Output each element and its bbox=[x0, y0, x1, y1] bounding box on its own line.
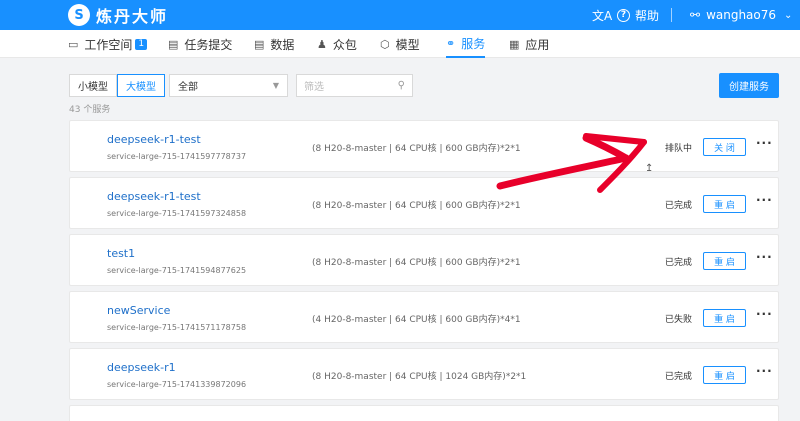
search-icon: ⚲ bbox=[397, 80, 405, 91]
top-header: S 炼丹大师 文A ? 帮助 ⚯ wanghao76 ⌄ bbox=[0, 0, 800, 30]
service-card[interactable]: deepseek-r1-test service-large-715-17415… bbox=[69, 177, 779, 229]
translate-icon[interactable]: 文A bbox=[592, 0, 612, 30]
username: wanghao76 bbox=[706, 8, 777, 22]
help-label: 帮助 bbox=[635, 8, 660, 23]
grid-icon: ▦ bbox=[509, 37, 520, 51]
nav-label: 应用 bbox=[525, 37, 550, 52]
user-icon: ⚯ bbox=[690, 8, 701, 22]
service-spec: (8 H20-8-master | 64 CPU核 | 600 GB内存)*2*… bbox=[312, 201, 521, 211]
people-icon: ♟ bbox=[317, 37, 327, 51]
service-spec: (8 H20-8-master | 64 CPU核 | 600 GB内存)*2*… bbox=[312, 258, 521, 268]
service-card[interactable]: deepseek-r1-test service-large-715-17415… bbox=[69, 120, 779, 172]
service-count: 43 个服务 bbox=[69, 105, 111, 115]
chevron-down-icon: ▼ bbox=[272, 81, 279, 90]
service-card[interactable]: newService service-large-715-17415711787… bbox=[69, 291, 779, 343]
nav-label: 服务 bbox=[461, 36, 486, 51]
nav-item-data[interactable]: ▤ 数据 bbox=[254, 30, 294, 58]
service-name[interactable]: deepseek-r1-test bbox=[107, 190, 201, 203]
header-divider bbox=[671, 8, 672, 22]
chevron-down-icon: ⌄ bbox=[784, 9, 793, 21]
help-button[interactable]: ? 帮助 bbox=[617, 0, 659, 30]
app-name: 炼丹大师 bbox=[96, 7, 169, 26]
restart-service-button[interactable]: 重 启 bbox=[703, 309, 746, 327]
nav-item-app[interactable]: ▦ 应用 bbox=[509, 30, 549, 58]
service-status: 已失败 bbox=[665, 315, 693, 325]
more-icon[interactable]: ··· bbox=[756, 364, 773, 378]
service-spec: (4 H20-8-master | 64 CPU核 | 600 GB内存)*4*… bbox=[312, 315, 521, 325]
restart-service-button[interactable]: 重 启 bbox=[703, 252, 746, 270]
close-service-button[interactable]: 关 闭 bbox=[703, 138, 746, 156]
model-size-toggle: 小模型 大模型 bbox=[69, 74, 165, 97]
service-card[interactable]: deepseek-r1 service-large-715-1741339872… bbox=[69, 348, 779, 400]
nav-item-service[interactable]: ⚭ 服务 bbox=[446, 30, 486, 58]
nav-label: 众包 bbox=[332, 37, 357, 52]
status-select[interactable]: 全部 ▼ bbox=[169, 74, 288, 97]
nav-item-task-submit[interactable]: ▤ 任务提交 bbox=[168, 30, 232, 58]
filter-placeholder: 筛选 bbox=[304, 82, 324, 93]
service-id: service-large-715-1741597324858 bbox=[107, 209, 247, 218]
service-name[interactable]: newService bbox=[107, 304, 170, 317]
service-card[interactable]: test1 service-large-715-1741594877625 (8… bbox=[69, 234, 779, 286]
workspace-count-badge: 1 bbox=[135, 38, 148, 50]
logo-icon: S bbox=[68, 4, 90, 26]
service-id: service-large-715-1741597778737 bbox=[107, 152, 247, 161]
nav-label: 任务提交 bbox=[184, 37, 233, 52]
service-spec: (8 H20-8-master | 64 CPU核 | 600 GB内存)*2*… bbox=[312, 144, 521, 154]
nav-item-workspace[interactable]: ▭ 工作空间 1 bbox=[68, 30, 148, 58]
create-service-button[interactable]: 创建服务 bbox=[719, 73, 779, 98]
service-status: 已完成 bbox=[665, 201, 693, 211]
nav-label: 数据 bbox=[270, 37, 295, 52]
main-nav: ▭ 工作空间 1 ▤ 任务提交 ▤ 数据 ♟ 众包 ⬡ 模型 ⚭ 服务 ▦ 应用 bbox=[0, 30, 800, 58]
nav-item-model[interactable]: ⬡ 模型 bbox=[380, 30, 420, 58]
service-id: service-large-715-1741571178758 bbox=[107, 323, 247, 332]
list-icon: ▤ bbox=[168, 37, 179, 51]
large-model-button[interactable]: 大模型 bbox=[117, 74, 165, 97]
restart-service-button[interactable]: 重 启 bbox=[703, 366, 746, 384]
more-icon[interactable]: ··· bbox=[756, 250, 773, 264]
service-status: 已完成 bbox=[665, 372, 693, 382]
service-spec: (8 H20-8-master | 64 CPU核 | 1024 GB内存)*2… bbox=[312, 372, 527, 382]
app-logo[interactable]: S 炼丹大师 bbox=[68, 3, 168, 27]
nav-item-crowdsource[interactable]: ♟ 众包 bbox=[317, 30, 357, 58]
more-icon[interactable]: ··· bbox=[756, 193, 773, 207]
book-icon: ▤ bbox=[254, 37, 265, 51]
mouse-cursor-icon: ↥ bbox=[645, 163, 654, 174]
cube-icon: ⬡ bbox=[380, 37, 390, 51]
filter-input[interactable]: 筛选 ⚲ bbox=[296, 74, 413, 97]
monitor-icon: ▭ bbox=[68, 37, 79, 51]
service-name[interactable]: test1 bbox=[107, 247, 135, 260]
service-id: service-large-715-1741339872096 bbox=[107, 380, 247, 389]
help-icon: ? bbox=[617, 8, 630, 22]
service-card-partial[interactable] bbox=[69, 405, 779, 421]
more-icon[interactable]: ··· bbox=[756, 307, 773, 321]
select-value: 全部 bbox=[178, 82, 198, 93]
more-icon[interactable]: ··· bbox=[756, 136, 773, 150]
nav-label: 模型 bbox=[395, 37, 420, 52]
service-status: 已完成 bbox=[665, 258, 693, 268]
service-name[interactable]: deepseek-r1-test bbox=[107, 133, 201, 146]
small-model-button[interactable]: 小模型 bbox=[69, 74, 117, 97]
link-icon: ⚭ bbox=[446, 36, 456, 50]
service-id: service-large-715-1741594877625 bbox=[107, 266, 247, 275]
restart-service-button[interactable]: 重 启 bbox=[703, 195, 746, 213]
user-menu[interactable]: ⚯ wanghao76 ⌄ bbox=[690, 0, 792, 30]
service-name[interactable]: deepseek-r1 bbox=[107, 361, 176, 374]
nav-label: 工作空间 bbox=[84, 37, 133, 52]
service-status: 排队中 bbox=[665, 144, 693, 154]
